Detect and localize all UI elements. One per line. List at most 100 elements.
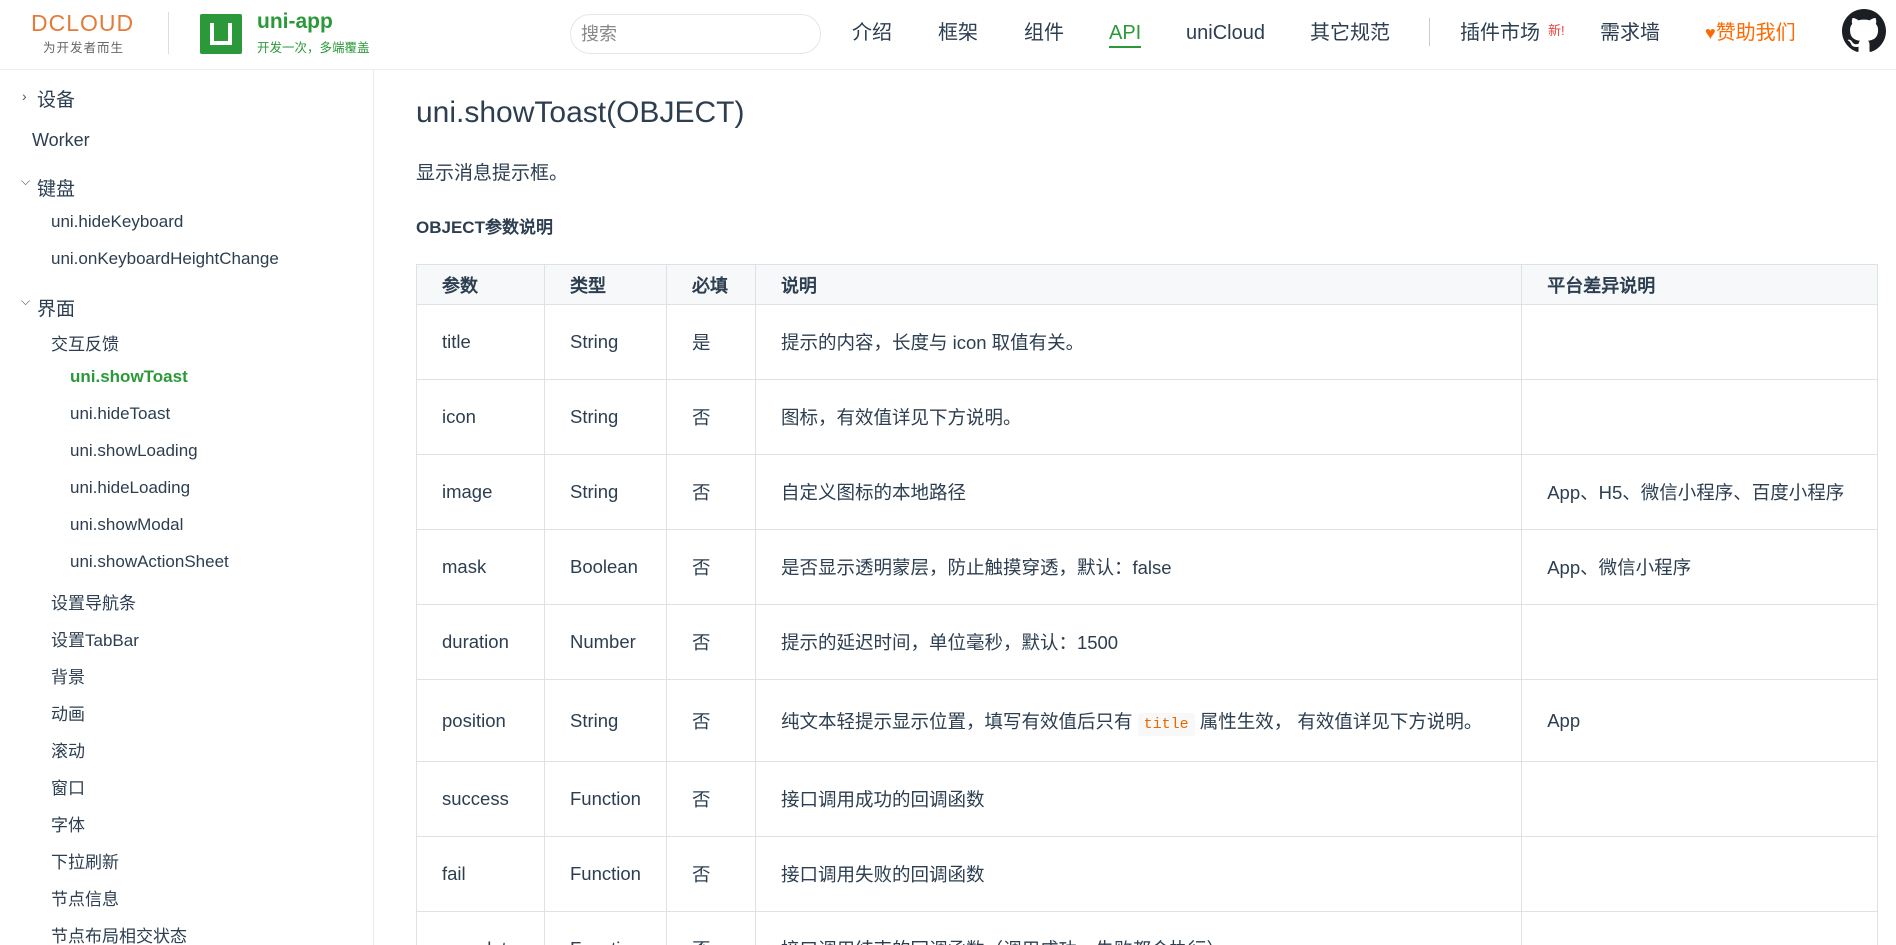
search-input[interactable]: [570, 14, 821, 54]
cell-desc: 提示的延迟时间，单位毫秒，默认：1500: [754, 604, 1523, 680]
dcloud-slogan: 为开发者而生: [43, 41, 125, 55]
nav-divider: [1429, 18, 1430, 46]
table-row: image String 否 自定义图标的本地路径 App、H5、微信小程序、百…: [416, 454, 1878, 530]
main-content: uni.showToast(OBJECT) 显示消息提示框。 OBJECT参数说…: [375, 70, 1896, 945]
cell-type: Boolean: [543, 529, 667, 605]
column-header: 类型: [543, 264, 667, 305]
table-row: position String 否 纯文本轻提示显示位置，填写有效值后只有 ti…: [416, 679, 1878, 762]
dcloud-logo-mark: DCLOUD: [31, 10, 135, 36]
nav-unicloud[interactable]: uniCloud: [1186, 20, 1265, 46]
cell-required: 是: [665, 304, 756, 380]
cell-desc: 接口调用失败的回调函数: [754, 836, 1523, 912]
sidebar-item-hide-keyboard[interactable]: uni.hideKeyboard: [51, 212, 183, 232]
cell-desc: 是否显示透明蒙层，防止触摸穿透，默认：false: [754, 529, 1523, 605]
sidebar-item-show-toast[interactable]: uni.showToast: [70, 367, 188, 387]
sidebar-item-animation[interactable]: 动画: [51, 700, 85, 725]
table-row: fail Function 否 接口调用失败的回调函数: [416, 836, 1878, 912]
sidebar-group-keyboard[interactable]: 键盘: [37, 174, 75, 201]
column-header: 平台差异说明: [1521, 264, 1878, 305]
nav-framework[interactable]: 框架: [938, 20, 978, 46]
cell-desc: 图标，有效值详见下方说明。: [754, 379, 1523, 455]
cell-type: String: [543, 679, 667, 762]
github-icon[interactable]: [1842, 9, 1886, 53]
sidebar-item-show-loading[interactable]: uni.showLoading: [70, 441, 198, 461]
cell-desc: 提示的内容，长度与 icon 取值有关。: [754, 304, 1523, 380]
heart-icon: ♥: [1705, 23, 1716, 43]
sidebar-item-worker[interactable]: Worker: [32, 130, 90, 151]
cell-param: duration: [416, 604, 545, 680]
desc-text: 属性生效， 有效值详见下方说明。: [1199, 710, 1483, 732]
sidebar-item-scroll[interactable]: 滚动: [51, 737, 85, 762]
top-header: DCLOUD 为开发者而生 uni-app 开发一次，多端覆盖 介绍 框架 组件…: [0, 0, 1896, 70]
sidebar-item-node-info[interactable]: 节点信息: [51, 885, 119, 910]
sidebar-item-interaction-feedback[interactable]: 交互反馈: [51, 330, 119, 355]
page-title: uni.showToast(OBJECT): [416, 96, 745, 129]
cell-param: icon: [416, 379, 545, 455]
cell-desc: 纯文本轻提示显示位置，填写有效值后只有 title 属性生效， 有效值详见下方说…: [754, 679, 1523, 762]
product-name[interactable]: uni-app: [257, 10, 333, 34]
sidebar-item-tabbar[interactable]: 设置TabBar: [51, 626, 139, 651]
cell-required: 否: [665, 761, 756, 837]
cell-platform: [1521, 304, 1878, 380]
cell-param: success: [416, 761, 545, 837]
sidebar-item-navbar[interactable]: 设置导航条: [51, 589, 136, 614]
cell-type: Number: [543, 604, 667, 680]
column-header: 参数: [416, 264, 545, 305]
sponsor-link[interactable]: ♥赞助我们: [1705, 20, 1796, 46]
dcloud-logo[interactable]: DCLOUD 为开发者而生: [31, 12, 151, 56]
nav-components[interactable]: 组件: [1024, 20, 1064, 46]
cell-desc: 接口调用结束的回调函数（调用成功、失败都会执行）: [754, 911, 1523, 945]
sidebar-item-show-action-sheet[interactable]: uni.showActionSheet: [70, 552, 229, 572]
cell-type: Function: [543, 836, 667, 912]
nav-api[interactable]: API: [1109, 20, 1142, 48]
sidebar-group-ui[interactable]: 界面: [37, 294, 75, 321]
sidebar-item-window[interactable]: 窗口: [51, 774, 85, 799]
nav-wishwall[interactable]: 需求墙: [1600, 20, 1660, 46]
nav-plugin-market[interactable]: 插件市场: [1460, 20, 1540, 46]
sidebar-item-node-layout[interactable]: 节点布局相交状态: [51, 922, 187, 945]
section-title: OBJECT参数说明: [416, 218, 553, 237]
chevron-down-icon: ⌵: [21, 294, 31, 308]
sidebar-item-keyboard-height[interactable]: uni.onKeyboardHeightChange: [51, 249, 279, 269]
sidebar-item-show-modal[interactable]: uni.showModal: [70, 515, 183, 535]
table-row: duration Number 否 提示的延迟时间，单位毫秒，默认：1500: [416, 604, 1878, 680]
sidebar-item-pull-refresh[interactable]: 下拉刷新: [51, 848, 119, 873]
cell-required: 否: [665, 836, 756, 912]
cell-platform: App、H5、微信小程序、百度小程序: [1521, 454, 1878, 530]
sidebar-item-background[interactable]: 背景: [51, 663, 85, 688]
cell-desc: 自定义图标的本地路径: [754, 454, 1523, 530]
new-badge: 新!: [1548, 23, 1565, 38]
cell-platform: [1521, 379, 1878, 455]
nav-intro[interactable]: 介绍: [852, 20, 892, 46]
sidebar-group-device[interactable]: 设备: [37, 85, 75, 112]
column-header: 说明: [754, 264, 1523, 305]
sidebar-item-hide-loading[interactable]: uni.hideLoading: [70, 478, 190, 498]
uni-app-logo-icon[interactable]: [200, 14, 242, 54]
chevron-down-icon: ⌵: [21, 174, 31, 188]
cell-required: 否: [665, 604, 756, 680]
sponsor-label: 赞助我们: [1715, 22, 1796, 44]
inline-code: title: [1137, 712, 1195, 736]
table-row: complete Function 否 接口调用结束的回调函数（调用成功、失败都…: [416, 911, 1878, 945]
cell-required: 否: [665, 379, 756, 455]
cell-type: String: [543, 304, 667, 380]
table-row: icon String 否 图标，有效值详见下方说明。: [416, 379, 1878, 455]
cell-param: image: [416, 454, 545, 530]
cell-required: 否: [665, 454, 756, 530]
table-row: success Function 否 接口调用成功的回调函数: [416, 761, 1878, 837]
desc-text: 纯文本轻提示显示位置，填写有效值后只有: [780, 710, 1133, 732]
table-row: mask Boolean 否 是否显示透明蒙层，防止触摸穿透，默认：false …: [416, 529, 1878, 605]
nav-other-specs[interactable]: 其它规范: [1310, 20, 1390, 46]
cell-type: String: [543, 454, 667, 530]
cell-required: 否: [665, 679, 756, 762]
sidebar-item-hide-toast[interactable]: uni.hideToast: [70, 404, 170, 424]
sidebar-item-font[interactable]: 字体: [51, 811, 85, 836]
header-divider: [168, 12, 169, 54]
cell-param: mask: [416, 529, 545, 605]
cell-platform: [1521, 604, 1878, 680]
cell-platform: [1521, 911, 1878, 945]
table-header-row: 参数 类型 必填 说明 平台差异说明: [416, 264, 1878, 305]
cell-param: complete: [416, 911, 545, 945]
sidebar: › 设备 Worker ⌵ 键盘 uni.hideKeyboard uni.on…: [0, 70, 374, 945]
cell-type: String: [543, 379, 667, 455]
